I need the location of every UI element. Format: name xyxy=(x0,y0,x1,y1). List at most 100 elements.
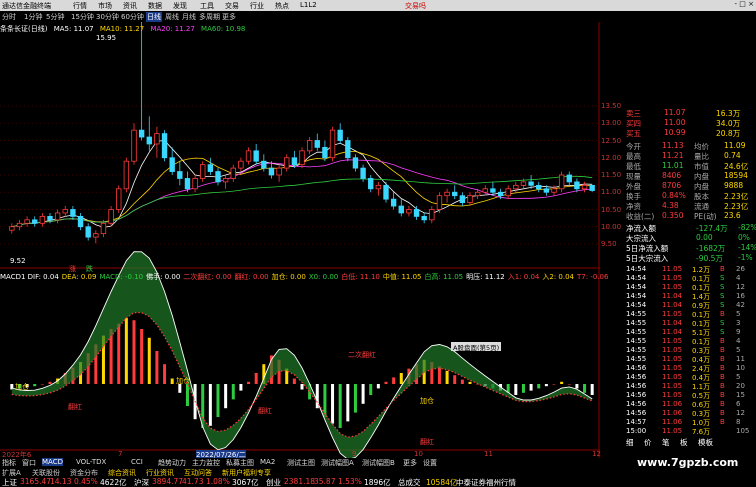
trade-count: 12 xyxy=(736,283,745,291)
indicator-tab[interactable]: MA2 xyxy=(260,458,275,466)
menu-item-hot[interactable]: 热点 xyxy=(275,1,289,11)
indicator-tab[interactable]: 测试幅图B xyxy=(362,458,395,468)
indicator-tab[interactable]: 设置 xyxy=(423,458,437,468)
total-turnover-label: 总成交 xyxy=(398,478,421,487)
stat-label: 收益(二) xyxy=(626,212,655,221)
candle-body xyxy=(375,184,382,190)
menu-item-trade[interactable]: 交易 xyxy=(225,1,239,11)
trade-side: B xyxy=(720,391,725,399)
kline-chart[interactable] xyxy=(0,22,600,470)
quote-tab[interactable]: 价 xyxy=(644,437,652,448)
period-tab-5min[interactable]: 5分钟 xyxy=(46,12,64,22)
menu-item-bourse[interactable]: 市场 xyxy=(98,1,112,11)
page-popup[interactable]: A股盘面(第5页) xyxy=(451,342,502,352)
indicator-value: MACD: -0.10 xyxy=(99,273,144,281)
indicator-tab[interactable]: 主力监控 xyxy=(192,458,220,468)
candle-body xyxy=(207,164,214,172)
menu-item-discover[interactable]: 发现 xyxy=(173,1,187,11)
maximize-button[interactable]: □ xyxy=(739,0,746,8)
trade-time: 14:55 xyxy=(626,328,647,336)
minimize-button[interactable]: - xyxy=(735,0,738,8)
candle-body xyxy=(574,181,580,190)
menu-item-l1l2[interactable]: L1L2 xyxy=(300,1,317,9)
fund-flow-pct: 0% xyxy=(738,233,750,242)
macd-bar xyxy=(132,320,136,384)
stat-value: 4.38 xyxy=(662,201,679,210)
trade-price: 11.05 xyxy=(662,274,683,282)
indicator-tab[interactable]: 私募主图 xyxy=(226,458,254,468)
trade-price: 11.05 xyxy=(662,283,683,291)
indicator-tab[interactable]: 窗口 xyxy=(22,458,36,468)
indicator-tab[interactable]: 指标 xyxy=(2,458,16,468)
quote-tab[interactable]: 板 xyxy=(680,437,688,448)
candle-body xyxy=(413,209,420,217)
close-button[interactable]: × xyxy=(748,0,754,8)
menu-item-market[interactable]: 行情 xyxy=(73,1,87,11)
macd-bar xyxy=(453,375,457,384)
candle-body xyxy=(306,140,313,152)
trade-time: 14:54 xyxy=(626,301,647,309)
candle-body xyxy=(398,205,404,214)
candle-body xyxy=(421,215,427,221)
total-turnover-value: 10584亿 xyxy=(426,478,458,487)
order-book-price: 11.00 xyxy=(664,118,686,127)
index-amt: 3067亿 xyxy=(232,478,259,487)
trade-row: 15:00 11.05 7.6万 105 xyxy=(624,427,756,436)
trade-time: 14:55 xyxy=(626,346,647,354)
indicator-tab[interactable]: MACD xyxy=(42,458,63,466)
candle-body xyxy=(329,129,336,159)
price-tick: 13.50 xyxy=(601,102,622,110)
indicator-tab[interactable]: VOL-TDX xyxy=(76,458,106,466)
period-tab-daily[interactable]: 日线 xyxy=(146,12,162,22)
trade-count: 5 xyxy=(736,310,741,318)
menu-item-news[interactable]: 资讯 xyxy=(123,1,137,11)
period-tab-timeshare[interactable]: 分时 xyxy=(2,12,16,22)
ma10-value: MA10: 11.27 xyxy=(99,25,145,33)
menu-item-tools[interactable]: 工具 xyxy=(200,1,214,11)
indicator-tab[interactable]: 趋势动力 xyxy=(158,458,186,468)
trade-side: B xyxy=(720,418,725,426)
period-tab-1min[interactable]: 1分钟 xyxy=(24,12,42,22)
candle-body xyxy=(459,195,466,203)
stat-value: 18594 xyxy=(724,171,748,180)
stat-value: 9888 xyxy=(724,181,744,190)
period-tab-15min[interactable]: 15分钟 xyxy=(71,12,94,22)
trade-count: 8 xyxy=(736,418,741,426)
fund-flow-row: 净流入额 -127.4万 -82% xyxy=(624,223,756,233)
trade-link[interactable]: 交易吗 xyxy=(405,1,426,11)
period-tab-multi[interactable]: 多周期 xyxy=(199,12,220,22)
candle-body xyxy=(222,178,229,183)
indicator-tab[interactable]: 更多 xyxy=(403,458,417,468)
menu-item-data[interactable]: 数据 xyxy=(148,1,162,11)
macd-bar xyxy=(369,384,373,395)
candle-body xyxy=(429,209,435,221)
trade-side: B xyxy=(720,364,725,372)
period-tab-30min[interactable]: 30分钟 xyxy=(96,12,119,22)
trade-row: 14:55 11.04 5.1万 S 9 xyxy=(624,328,756,337)
period-tab-60min[interactable]: 60分钟 xyxy=(121,12,144,22)
indicator-tab[interactable]: 测试幅图A xyxy=(321,458,354,468)
quote-tab[interactable]: 细 xyxy=(626,437,634,448)
candle-body xyxy=(100,222,107,235)
trade-time: 14:54 xyxy=(626,292,647,300)
quote-tab[interactable]: 笔 xyxy=(662,437,670,448)
indicator-tab[interactable]: 测试主图 xyxy=(287,458,315,468)
macd-bar xyxy=(231,384,235,400)
menu-item-industry[interactable]: 行业 xyxy=(250,1,264,11)
period-tab-more[interactable]: 更多 xyxy=(222,12,236,22)
stat-label: PE(动) xyxy=(694,212,717,221)
index-label: 创业 xyxy=(266,478,281,487)
period-tab-weekly[interactable]: 周线 xyxy=(165,12,179,22)
candle-body xyxy=(345,140,351,159)
macd-bar xyxy=(40,384,44,385)
trade-row: 14:55 11.05 0.3万 B 5 xyxy=(624,346,756,355)
indicator-tab[interactable]: CCI xyxy=(131,458,143,466)
trade-time: 14:55 xyxy=(626,319,647,327)
macd-bar xyxy=(353,384,357,413)
quote-tab[interactable]: 模板 xyxy=(698,437,713,448)
candle-body xyxy=(24,219,30,224)
trade-side: B xyxy=(720,265,725,273)
candle-body xyxy=(558,174,565,190)
trade-side: S xyxy=(720,292,725,300)
period-tab-monthly[interactable]: 月线 xyxy=(182,12,196,22)
